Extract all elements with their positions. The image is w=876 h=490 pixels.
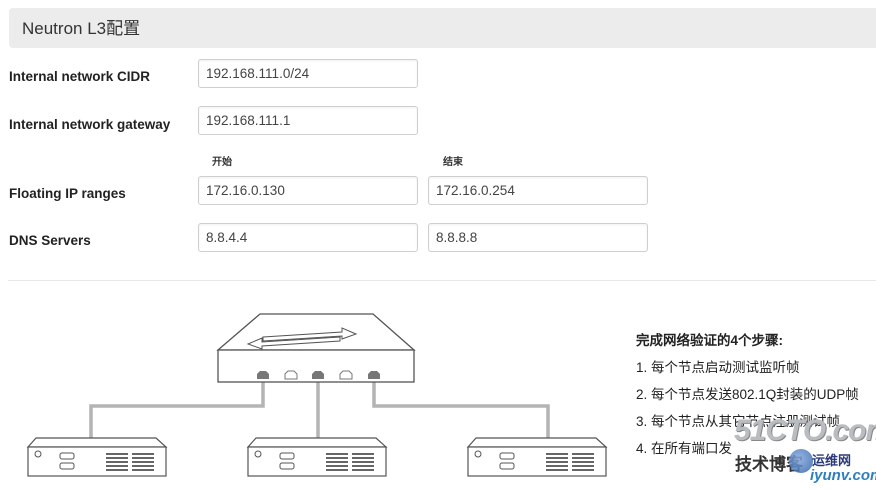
range-end-label: 结束 (443, 157, 463, 168)
dns-server-1-input[interactable] (198, 223, 418, 252)
switch-icon (216, 313, 416, 383)
section-divider (8, 280, 876, 281)
server-icon (466, 437, 608, 477)
floating-ip-start-input[interactable] (198, 176, 418, 205)
step-item: 1. 每个节点启动测试监听帧 (636, 360, 800, 375)
link-right (372, 376, 550, 440)
cidr-input[interactable] (198, 59, 418, 88)
range-start-label: 开始 (212, 157, 232, 168)
floating-ip-end-input[interactable] (428, 176, 648, 205)
dns-label: DNS Servers (9, 233, 91, 248)
server-icon (246, 437, 388, 477)
gateway-input[interactable] (198, 106, 418, 135)
gateway-label: Internal network gateway (9, 117, 171, 132)
steps-title: 完成网络验证的4个步骤: (636, 333, 784, 348)
link-left (89, 376, 265, 440)
server-icon (26, 437, 168, 477)
diagram-connections (89, 376, 550, 440)
step-item: 2. 每个节点发送802.1Q封装的UDP帧 (636, 387, 859, 402)
network-diagram (26, 313, 608, 477)
watermark-domain: iyunv.com (810, 467, 876, 484)
page-title: Neutron L3配置 (22, 19, 141, 38)
cidr-label: Internal network CIDR (9, 69, 151, 84)
dns-server-2-input[interactable] (428, 223, 648, 252)
floating-ip-label: Floating IP ranges (9, 186, 126, 201)
watermark-site: 51CTO.com (734, 414, 876, 447)
page-header: Neutron L3配置 (9, 8, 876, 48)
